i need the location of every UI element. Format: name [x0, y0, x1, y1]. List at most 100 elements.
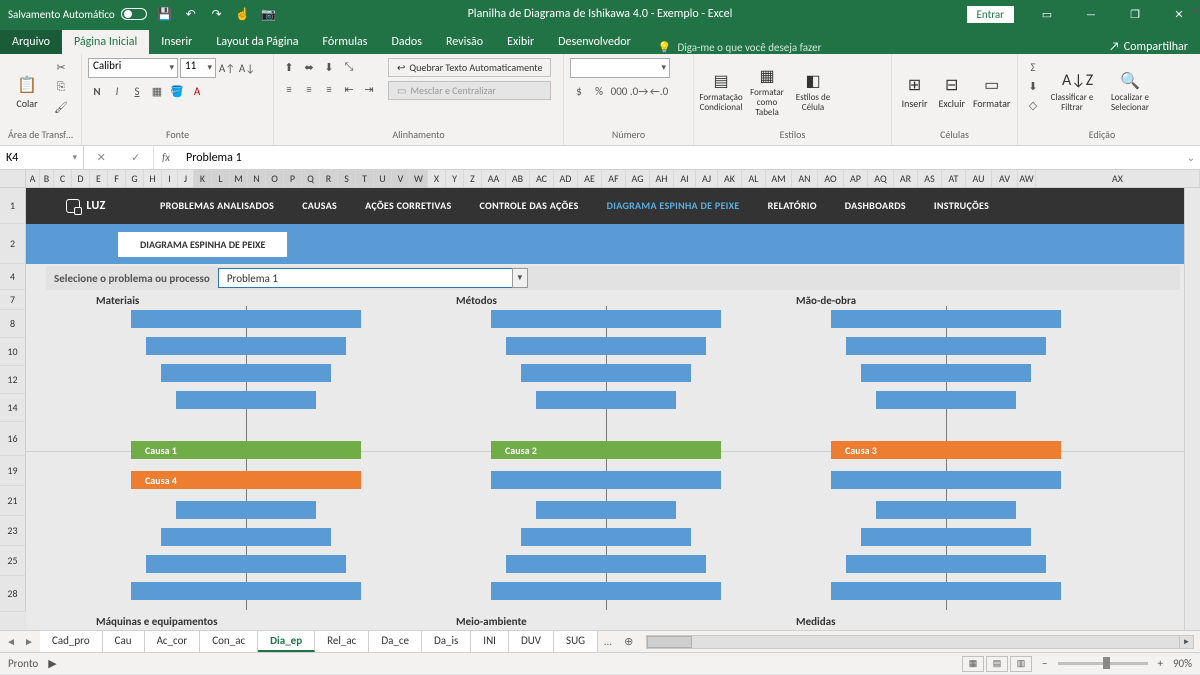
vertical-scrollbar[interactable] [1184, 188, 1200, 630]
row-16[interactable]: 16 [0, 422, 26, 456]
row-1[interactable]: 1 [0, 188, 26, 224]
sheet-nav[interactable]: ◄► [0, 635, 40, 648]
orientation-icon[interactable]: ⤡ [340, 58, 358, 76]
border-icon[interactable]: ▦ [148, 82, 166, 100]
col-I[interactable]: I [162, 170, 178, 187]
col-AC[interactable]: AC [530, 170, 554, 187]
col-B[interactable]: B [40, 170, 54, 187]
copy-icon[interactable]: ⎘ [52, 78, 70, 96]
sheet-tab-Da_ce[interactable]: Da_ce [369, 631, 422, 652]
col-AQ[interactable]: AQ [868, 170, 894, 187]
col-AN[interactable]: AN [792, 170, 818, 187]
sheet-tab-Ac_cor[interactable]: Ac_cor [145, 631, 201, 652]
zoom-slider[interactable] [1058, 662, 1148, 665]
col-T[interactable]: T [356, 170, 374, 187]
add-sheet-button[interactable]: ⊕ [618, 635, 640, 648]
undo-icon[interactable]: ↶ [183, 6, 199, 22]
col-X[interactable]: X [428, 170, 446, 187]
scroll-right-icon[interactable]: ► [1179, 636, 1193, 648]
col-R[interactable]: R [320, 170, 338, 187]
sheet-tab-Dia_ep[interactable]: Dia_ep [258, 631, 315, 652]
cancel-formula-icon[interactable]: ✕ [97, 151, 106, 164]
row-28[interactable]: 28 [0, 576, 26, 612]
shrink-font-icon[interactable]: A↓ [238, 59, 256, 77]
col-AB[interactable]: AB [506, 170, 530, 187]
col-Q[interactable]: Q [302, 170, 320, 187]
row-12[interactable]: 12 [0, 366, 26, 394]
col-AW[interactable]: AW [1018, 170, 1036, 187]
sheet-tab-Cad_pro[interactable]: Cad_pro [40, 631, 103, 652]
nav-instructions[interactable]: INSTRUÇÕES [920, 188, 1003, 224]
col-AG[interactable]: AG [626, 170, 650, 187]
normal-view-button[interactable]: ▦ [962, 656, 984, 672]
col-AM[interactable]: AM [766, 170, 792, 187]
tab-home[interactable]: Página Inicial [62, 30, 149, 54]
tabs-overflow[interactable]: … [598, 632, 618, 651]
page-break-button[interactable]: ▥ [1010, 656, 1032, 672]
share-button[interactable]: ↗Compartilhar [1109, 40, 1188, 54]
col-L[interactable]: L [212, 170, 230, 187]
col-AA[interactable]: AA [482, 170, 506, 187]
col-W[interactable]: W [410, 170, 428, 187]
ribbon-options-icon[interactable]: ▭ [1026, 0, 1068, 28]
align-left-icon[interactable]: ≡ [280, 80, 298, 98]
zoom-in-button[interactable]: + [1158, 657, 1163, 670]
row-25[interactable]: 25 [0, 546, 26, 576]
col-N[interactable]: N [248, 170, 266, 187]
touch-icon[interactable]: ☝ [235, 6, 251, 22]
prev-sheet-icon[interactable]: ◄ [6, 635, 16, 648]
horizontal-scrollbar[interactable]: ◄► [646, 635, 1194, 649]
font-size-select[interactable]: 11 [180, 58, 216, 78]
problem-dropdown[interactable]: Problema 1 ▼ [218, 268, 528, 288]
dec-decimal-icon[interactable]: ←.0 [650, 82, 668, 100]
macro-icon[interactable]: ▶ [48, 657, 56, 670]
col-AL[interactable]: AL [742, 170, 766, 187]
col-G[interactable]: G [126, 170, 144, 187]
row-7[interactable]: 7 [0, 290, 26, 310]
align-top-icon[interactable]: ⬆ [280, 58, 298, 76]
sheet-tab-INI[interactable]: INI [471, 631, 509, 652]
align-bot-icon[interactable]: ⬇ [320, 58, 338, 76]
comma-icon[interactable]: 000 [610, 82, 628, 100]
insert-cells-button[interactable]: ⊞Inserir [898, 58, 931, 126]
align-center-icon[interactable]: ≡ [300, 80, 318, 98]
tab-file[interactable]: Arquivo [0, 30, 62, 54]
col-O[interactable]: O [266, 170, 284, 187]
clear-icon[interactable]: ◇ [1024, 96, 1042, 114]
col-AP[interactable]: AP [844, 170, 868, 187]
zoom-level[interactable]: 90% [1173, 657, 1192, 670]
sheet-tab-DUV[interactable]: DUV [509, 631, 554, 652]
sheet-tab-Da_is[interactable]: Da_is [422, 631, 471, 652]
select-all-triangle[interactable] [0, 170, 26, 187]
accept-formula-icon[interactable]: ✓ [131, 151, 140, 164]
row-4[interactable]: 4 [0, 264, 26, 290]
tab-dev[interactable]: Desenvolvedor [546, 30, 643, 54]
find-select-button[interactable]: 🔍Localizar e Selecionar [1102, 58, 1158, 126]
nav-diagram[interactable]: DIAGRAMA ESPINHA DE PEIXE [593, 188, 754, 224]
formula-input[interactable]: Problema 1 [178, 151, 1182, 165]
col-AV[interactable]: AV [992, 170, 1018, 187]
font-name-select[interactable]: Calibri [88, 58, 178, 78]
expand-formula-icon[interactable]: ⌄ [1182, 151, 1200, 164]
col-AF[interactable]: AF [602, 170, 626, 187]
camera-icon[interactable]: 📷 [261, 6, 277, 22]
number-format-select[interactable] [570, 58, 670, 78]
scroll-thumb[interactable] [647, 636, 692, 648]
sheet-tab-Rel_ac[interactable]: Rel_ac [315, 631, 369, 652]
maximize-icon[interactable]: ❐ [1114, 0, 1156, 28]
row-8[interactable]: 8 [0, 310, 26, 338]
col-AK[interactable]: AK [718, 170, 742, 187]
zoom-out-button[interactable]: − [1042, 657, 1047, 670]
col-F[interactable]: F [108, 170, 126, 187]
col-P[interactable]: P [284, 170, 302, 187]
sort-filter-button[interactable]: A↓ZClassificar e Filtrar [1046, 58, 1098, 126]
name-box[interactable]: K4 [0, 146, 84, 169]
sheet-tab-Cau[interactable]: Cau [103, 631, 145, 652]
col-S[interactable]: S [338, 170, 356, 187]
col-U[interactable]: U [374, 170, 392, 187]
tab-data[interactable]: Dados [379, 30, 433, 54]
save-icon[interactable]: 💾 [157, 6, 173, 22]
indent-inc-icon[interactable]: ⇥ [360, 80, 378, 98]
col-Y[interactable]: Y [446, 170, 464, 187]
tab-review[interactable]: Revisão [434, 30, 495, 54]
